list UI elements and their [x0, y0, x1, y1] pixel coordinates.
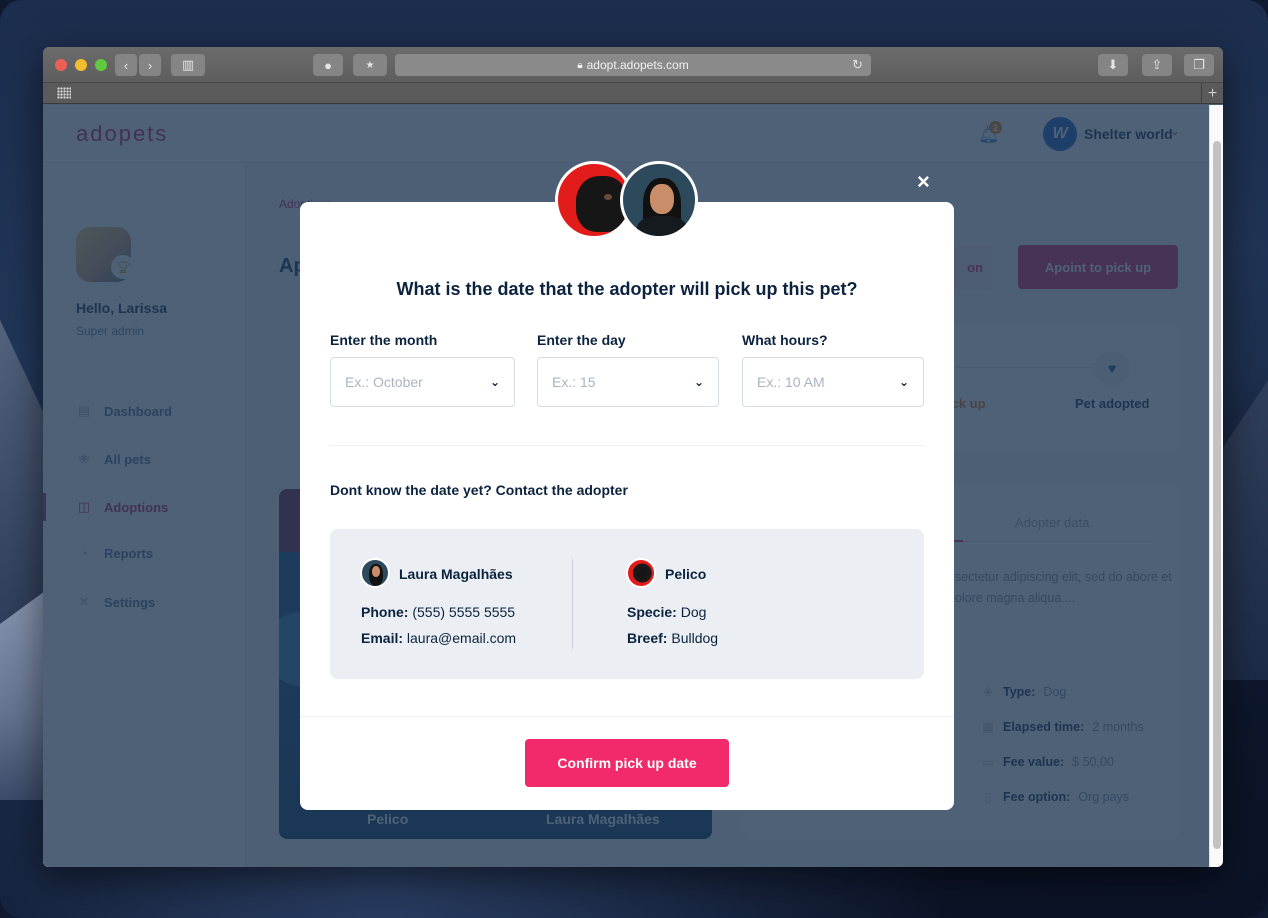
breed-value: Bulldog	[671, 630, 719, 646]
scrollbar-thumb[interactable]	[1213, 141, 1221, 849]
chevron-down-icon: ⌄	[693, 375, 704, 389]
pet-name: Pelico	[665, 566, 707, 582]
hours-label: What hours?	[742, 332, 828, 348]
tabs-icon: ❐	[1193, 57, 1205, 72]
new-tab-button[interactable]: +	[1201, 83, 1223, 104]
chevron-right-icon: ›	[147, 57, 153, 73]
adopter-email: Email: laura@email.com	[361, 630, 516, 646]
contact-info-box: Laura Magalhães Phone: (555) 5555 5555 E…	[330, 529, 924, 679]
close-icon[interactable]: ×	[917, 171, 930, 193]
month-label: Enter the month	[330, 332, 438, 348]
adopter-avatar-large	[620, 161, 698, 239]
month-placeholder: Ex.: October	[345, 374, 423, 390]
share-button[interactable]: ⇪	[1142, 54, 1172, 76]
lock-icon: 🔒︎	[577, 59, 583, 71]
download-icon: ⬇	[1107, 57, 1119, 72]
address-bar[interactable]: 🔒︎ adopt.adopets.com ↻	[395, 54, 871, 76]
web-page: adopets 🔔︎ 2 W Shelter world ⌄ 🏆︎ Hello,…	[43, 105, 1209, 867]
day-label: Enter the day	[537, 332, 626, 348]
downloads-button[interactable]: ⬇	[1098, 54, 1128, 76]
reload-icon[interactable]: ↻	[852, 57, 863, 73]
email-label: Email:	[361, 630, 404, 646]
close-window-button[interactable]	[55, 59, 67, 71]
day-select[interactable]: Ex.: 15 ⌄	[537, 357, 719, 407]
url-text: adopt.adopets.com	[586, 58, 689, 72]
grid-icon[interactable]	[57, 87, 71, 99]
email-value[interactable]: laura@email.com	[407, 630, 516, 646]
sidebar-icon: ▥	[181, 57, 195, 72]
day-placeholder: Ex.: 15	[552, 374, 596, 390]
breed-label: Breef:	[627, 630, 668, 646]
tabs-overview-button[interactable]: ❐	[1184, 54, 1214, 76]
back-button[interactable]: ‹	[115, 54, 137, 76]
contact-separator	[572, 559, 573, 649]
pet-breed: Breef: Bulldog	[627, 630, 718, 646]
phone-value[interactable]: (555) 5555 5555	[412, 604, 515, 620]
window-controls	[55, 59, 107, 71]
pickup-date-modal: What is the date that the adopter will p…	[300, 202, 954, 810]
chevron-down-icon: ⌄	[489, 375, 500, 389]
modal-divider	[330, 445, 924, 446]
sidebar-toggle-button[interactable]: ▥	[171, 54, 205, 76]
star-icon: ★	[365, 59, 375, 71]
hours-select[interactable]: Ex.: 10 AM ⌄	[742, 357, 924, 407]
share-icon: ⇪	[1151, 57, 1163, 72]
specie-value: Dog	[680, 604, 707, 620]
modal-footer-divider	[300, 716, 954, 717]
adopter-phone: Phone: (555) 5555 5555	[361, 604, 515, 620]
avatar-body	[637, 216, 687, 236]
forward-button[interactable]: ›	[139, 54, 161, 76]
avatar-face	[650, 184, 674, 214]
specie-label: Specie:	[627, 604, 677, 620]
chevron-down-icon: ⌄	[898, 375, 909, 389]
modal-title: What is the date that the adopter will p…	[396, 279, 858, 299]
minimize-window-button[interactable]	[75, 59, 87, 71]
dog-eye	[604, 194, 612, 200]
confirm-pickup-date-button[interactable]: Confirm pick up date	[525, 739, 729, 787]
browser-toolbar: ‹ › ▥ ● ★ 🔒︎ adopt.adopets.com ↻ ⬇ ⇪ ❐	[43, 47, 1223, 83]
page-scrollbar[interactable]	[1209, 105, 1223, 867]
chevron-left-icon: ‹	[123, 57, 129, 73]
plus-icon: +	[1207, 84, 1218, 102]
contact-subtitle: Dont know the date yet? Contact the adop…	[330, 482, 628, 498]
month-select[interactable]: Ex.: October ⌄	[330, 357, 515, 407]
privacy-extension-button[interactable]: ●	[313, 54, 343, 76]
hours-placeholder: Ex.: 10 AM	[757, 374, 825, 390]
pet-specie: Specie: Dog	[627, 604, 706, 620]
adopter-name: Laura Magalhães	[399, 566, 513, 582]
avatar-face	[372, 566, 380, 577]
bookmark-extension-button[interactable]: ★	[353, 54, 387, 76]
adopter-avatar	[360, 558, 390, 588]
phone-label: Phone:	[361, 604, 409, 620]
tab-bar: +	[43, 83, 1223, 104]
browser-window: ‹ › ▥ ● ★ 🔒︎ adopt.adopets.com ↻ ⬇ ⇪ ❐ +…	[43, 47, 1223, 867]
hand-icon: ●	[324, 57, 332, 73]
zoom-window-button[interactable]	[95, 59, 107, 71]
pet-avatar	[626, 558, 656, 588]
